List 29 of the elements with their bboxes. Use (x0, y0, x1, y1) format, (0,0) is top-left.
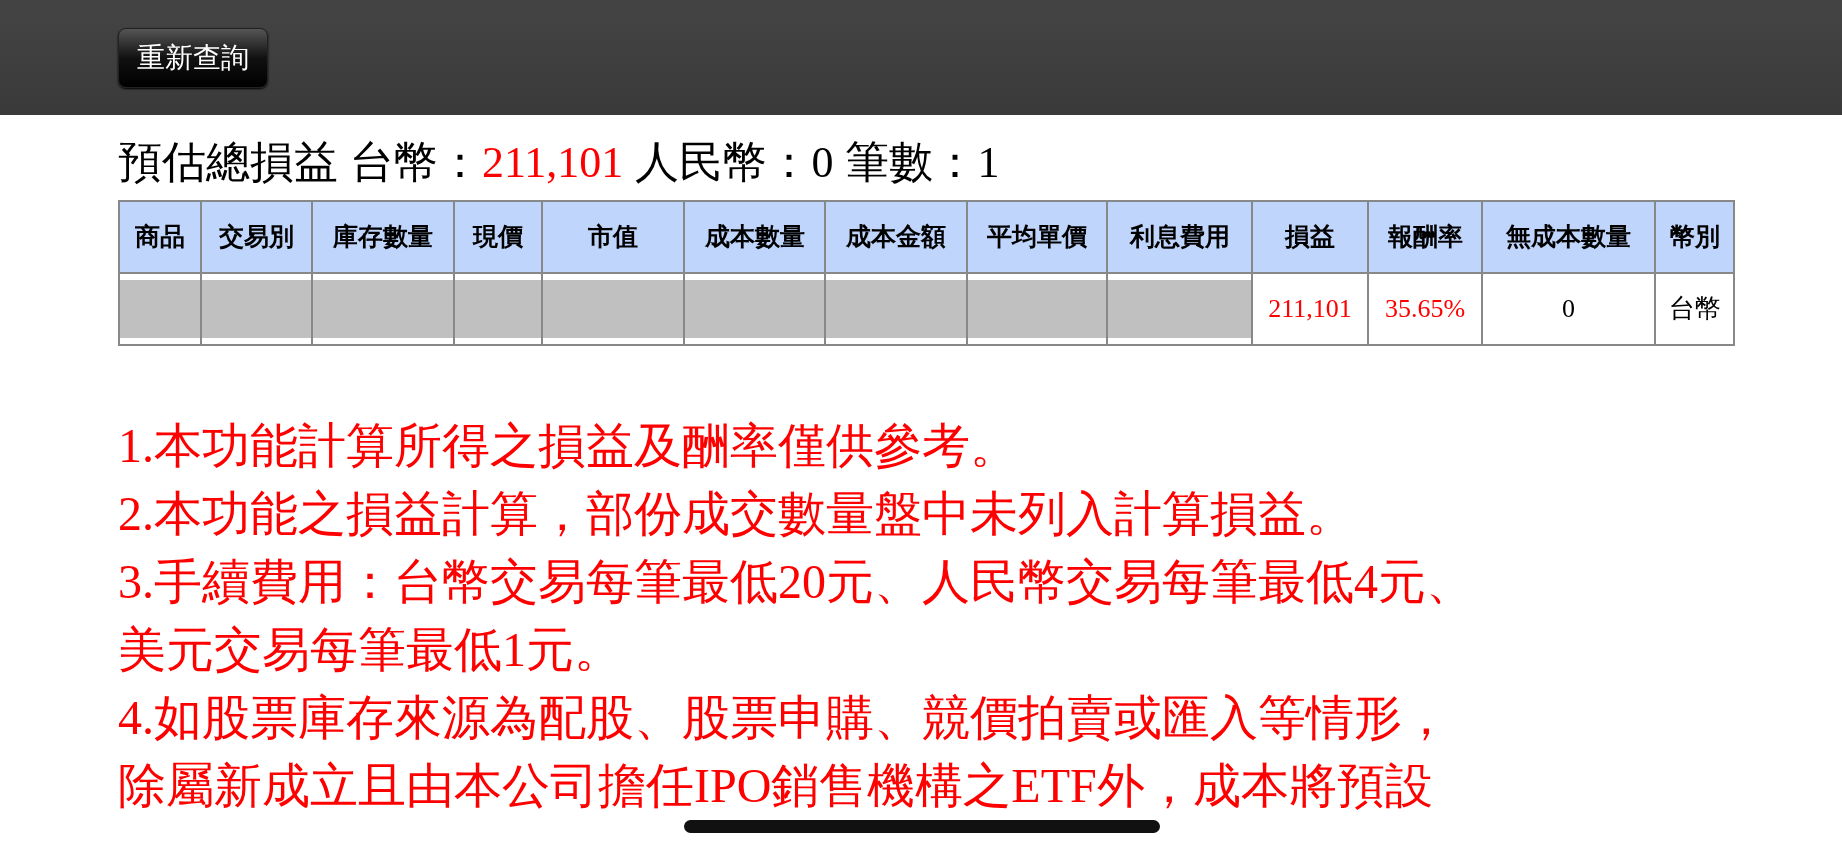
note-text: 4.如股票庫存來源為配股、股票申購、競價拍賣或匯入等情形，除屬新成立且由本公司擔任IPO銷售機構之ETF外，成本將預設 (118, 689, 1451, 814)
column-header: 利息費用 (1107, 200, 1252, 273)
summary-label: 筆數： (845, 138, 978, 187)
summary-value: 211,101 (482, 138, 624, 187)
column-header: 商品 (119, 200, 201, 273)
table-cell: 0 (1482, 272, 1655, 345)
table-cell: 台幣 (1655, 272, 1734, 345)
table-cell: 35.65% (1368, 272, 1482, 345)
column-header: 庫存數量 (312, 200, 454, 273)
column-header: 損益 (1252, 200, 1368, 273)
requery-button[interactable]: 重新查詢 (118, 27, 268, 88)
summary-label: 人民幣： (635, 138, 812, 187)
column-header: 無成本數量 (1482, 200, 1655, 273)
summary-label: 台幣： (350, 138, 482, 187)
note-text: 3.手續費用：台幣交易每筆最低20元、人民幣交易每筆最低4元、美元交易每筆最低1元。 (118, 553, 1475, 678)
table-cell: 211,101 (1252, 272, 1368, 345)
column-header: 成本金額 (825, 200, 967, 273)
column-header: 成本數量 (684, 200, 825, 273)
column-header: 平均單價 (967, 200, 1107, 273)
note-text: 1.本功能計算所得之損益及酬率僅供參考。 (118, 417, 1019, 474)
column-header: 交易別 (201, 200, 312, 273)
summary-title: 預估總損益 (118, 138, 338, 187)
note-text: 2.本功能之損益計算，部份成交數量盤中未列入計算損益。 (118, 485, 1355, 542)
summary-value: 1 (977, 138, 1000, 187)
column-header: 幣別 (1655, 200, 1734, 273)
column-header: 市值 (542, 200, 684, 273)
summary-value: 0 (811, 138, 834, 187)
column-header: 報酬率 (1368, 200, 1482, 273)
column-header: 現價 (454, 200, 542, 273)
